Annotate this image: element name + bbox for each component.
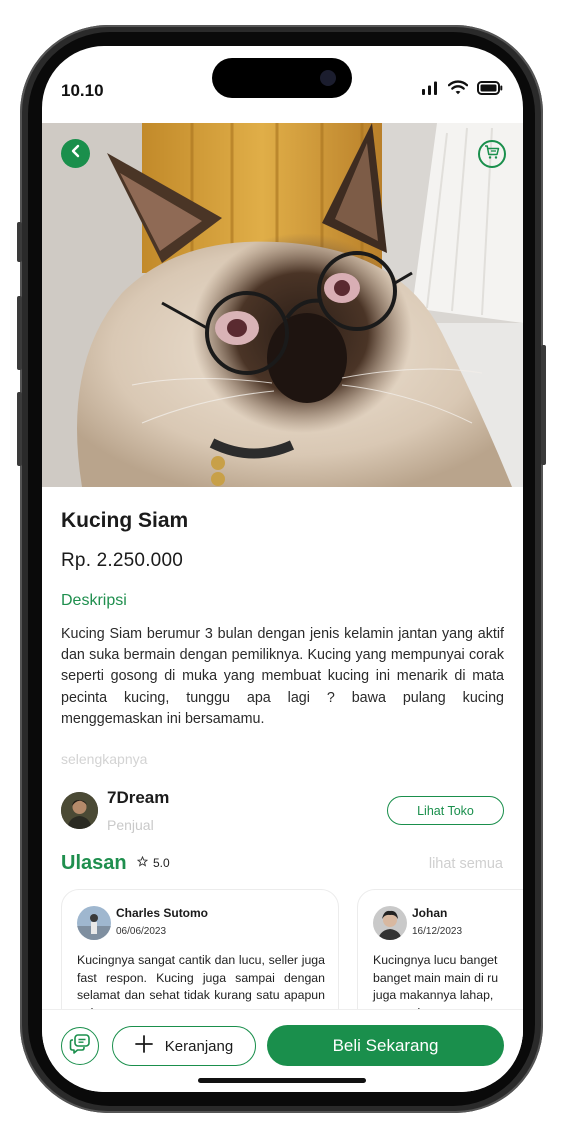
rating: 5.0 <box>136 855 170 870</box>
add-to-cart-label: Keranjang <box>164 1037 234 1055</box>
product-price: Rp. 2.250.000 <box>61 550 183 571</box>
description-heading: Deskripsi <box>61 592 127 609</box>
home-indicator <box>198 1078 366 1083</box>
seller-name: 7Dream <box>107 788 170 807</box>
reviews-heading: Ulasan <box>61 852 127 874</box>
status-icons <box>421 80 503 100</box>
reviewer-name: Charles Sutomo <box>116 906 209 920</box>
back-button[interactable] <box>61 139 90 168</box>
cart-button[interactable] <box>478 140 506 168</box>
reviewer-name: Johan <box>412 906 448 920</box>
back-icon <box>69 144 83 163</box>
see-all-reviews-link[interactable]: lihat semua <box>429 856 503 872</box>
chat-icon <box>69 1033 91 1060</box>
product-description: Kucing Siam berumur 3 bulan dengan jenis… <box>61 626 504 727</box>
screen: 10.10 Kucing Siam Rp. 2.250.000 Deskrips… <box>42 46 523 1092</box>
review-text-line: Kucingnya lucu banget <box>373 953 498 967</box>
rating-value: 5.0 <box>153 856 170 870</box>
wifi-icon <box>447 80 469 100</box>
seller-avatar[interactable] <box>61 792 98 829</box>
product-title: Kucing Siam <box>61 509 189 532</box>
reviewer-avatar <box>373 906 407 940</box>
view-shop-button[interactable]: Lihat Toko <box>387 796 504 825</box>
status-time: 10.10 <box>61 81 104 100</box>
product-photo <box>42 123 523 487</box>
cart-icon <box>484 144 500 165</box>
read-more-link[interactable]: selengkapnya <box>61 751 147 767</box>
review-text-line: banget main main di ru <box>373 970 499 985</box>
battery-icon <box>477 80 503 100</box>
volume-up-button <box>17 296 22 370</box>
signal-icon <box>421 81 439 100</box>
add-to-cart-button[interactable]: Keranjang <box>112 1026 256 1066</box>
dynamic-island <box>212 58 352 98</box>
camera-lens <box>320 70 336 86</box>
reviewer-avatar <box>77 906 111 940</box>
power-button <box>541 345 546 465</box>
volume-down-button <box>17 392 22 466</box>
seller-role: Penjual <box>107 817 154 833</box>
review-date: 16/12/2023 <box>412 926 463 937</box>
star-icon <box>136 855 149 870</box>
action-button <box>17 222 22 262</box>
review-date: 06/06/2023 <box>116 926 167 937</box>
review-text-line: juga makannya lahap, <box>373 988 494 1002</box>
chat-button[interactable] <box>61 1027 99 1065</box>
plus-icon <box>134 1035 153 1057</box>
buy-now-button[interactable]: Beli Sekarang <box>267 1025 504 1066</box>
